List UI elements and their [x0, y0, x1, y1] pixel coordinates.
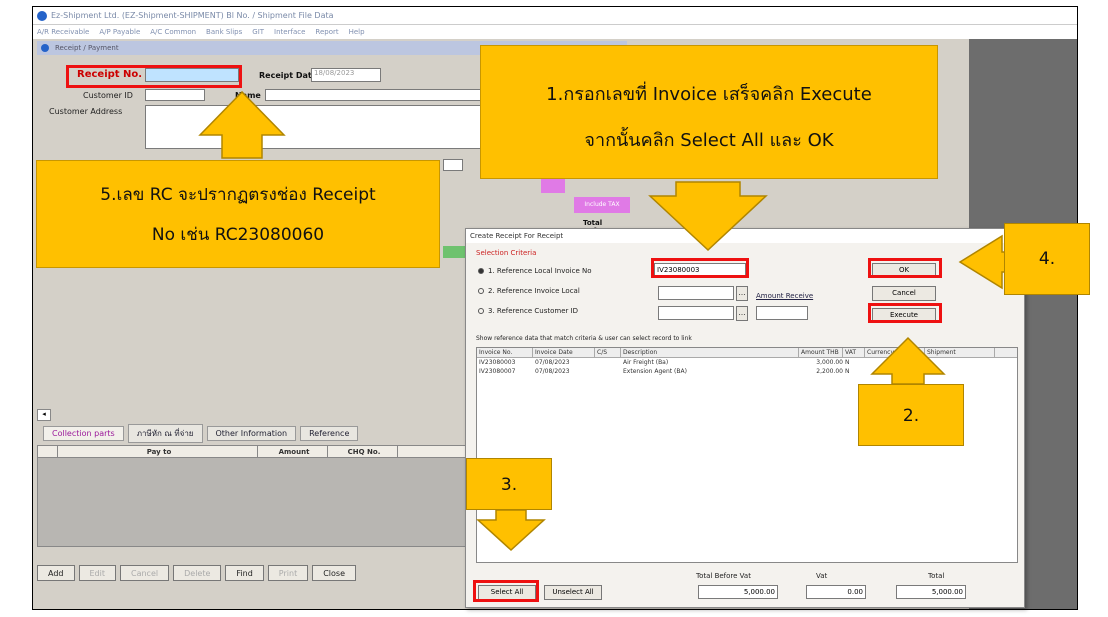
list-header: Invoice No. Invoice Date C/S Description…: [477, 348, 1017, 358]
browse-button[interactable]: …: [736, 286, 748, 301]
total-before-vat-value: 5,000.00: [698, 585, 778, 599]
menu-bar: A/R Receivable A/P Payable A/C Common Ba…: [33, 25, 1077, 39]
form-button-row: Add Edit Cancel Delete Find Print Close: [37, 565, 477, 583]
small-input[interactable]: [443, 159, 463, 171]
step-2-badge: 2.: [858, 384, 964, 446]
vat-label: Vat: [816, 572, 828, 580]
grid-header: Pay to Amount CHQ No.: [38, 446, 476, 458]
menu-item[interactable]: Interface: [274, 28, 305, 36]
print-button[interactable]: Print: [267, 565, 309, 581]
callout-1-line-1: 1.กรอกเลขที่ Invoice เสร็จคลิก Execute: [546, 84, 872, 105]
col-invoice-no: Invoice No.: [477, 348, 533, 357]
tab-bar: Collection parts ภาษีหัก ณ ที่จ่าย Other…: [37, 423, 477, 443]
menu-item[interactable]: Report: [315, 28, 338, 36]
callout-5-line-2: No เช่น RC23080060: [151, 225, 325, 245]
total-before-vat-label: Total Before Vat: [696, 572, 751, 580]
callout-step-5: 5.เลข RC จะปรากฏตรงช่อง Receipt No เช่น …: [36, 160, 440, 268]
cancel-button[interactable]: Cancel: [872, 286, 936, 301]
callout-5-line-1: 5.เลข RC จะปรากฏตรงช่อง Receipt: [100, 185, 376, 205]
col-cs: C/S: [595, 348, 621, 357]
dialog-title: Create Receipt For Receipt: [466, 229, 1024, 243]
name-input[interactable]: [265, 89, 505, 101]
scroll-left-button[interactable]: ◂: [37, 409, 51, 421]
option-ref-invoice-local[interactable]: 2. Reference Invoice Local: [478, 287, 580, 295]
form-icon: [41, 44, 49, 52]
customer-address-label: Customer Address: [49, 107, 123, 116]
add-button[interactable]: Add: [37, 565, 75, 581]
receipt-no-highlight: [66, 65, 242, 88]
customer-id-dialog-input[interactable]: [658, 306, 734, 320]
option-ref-customer-id[interactable]: 3. Reference Customer ID: [478, 307, 578, 315]
col-currency: Currency: [865, 348, 925, 357]
list-hint: Show reference data that match criteria …: [476, 335, 692, 342]
col-invoice-date: Invoice Date: [533, 348, 595, 357]
tab-other-information[interactable]: Other Information: [206, 425, 297, 441]
amount-receive-input[interactable]: [756, 306, 808, 320]
select-all-highlight: [473, 580, 539, 602]
close-button[interactable]: Close: [312, 565, 356, 581]
total-label: Total: [928, 572, 945, 580]
execute-highlight: [868, 303, 942, 323]
vat-value: 0.00: [806, 585, 866, 599]
invoice-list[interactable]: Invoice No. Invoice Date C/S Description…: [476, 347, 1018, 563]
col-vat: VAT: [843, 348, 865, 357]
edit-button[interactable]: Edit: [78, 565, 116, 581]
col-amount: Amount: [258, 446, 328, 457]
callout-step-1: 1.กรอกเลขที่ Invoice เสร็จคลิก Execute จ…: [480, 45, 938, 179]
find-button[interactable]: Find: [225, 565, 264, 581]
amount-receive-label: Amount Receive: [756, 292, 814, 300]
col-pay-to: Pay to: [58, 446, 258, 457]
menu-item[interactable]: Bank Slips: [206, 28, 242, 36]
delete-button[interactable]: Delete: [173, 565, 222, 581]
customer-id-label: Customer ID: [83, 91, 133, 100]
col-amount-thb: Amount THB: [799, 348, 843, 357]
app-icon: [37, 10, 47, 21]
receipt-date-input[interactable]: 18/08/2023: [311, 68, 381, 82]
reference-input-highlight: [651, 258, 749, 278]
list-item[interactable]: IV23080003 07/08/2023 Air Freight (Ba) 3…: [477, 358, 1017, 367]
col-chq-no: CHQ No.: [328, 446, 398, 457]
receipt-date-label: Receipt Date: [259, 71, 318, 80]
tab-reference[interactable]: Reference: [300, 425, 359, 441]
menu-item[interactable]: A/C Common: [150, 28, 196, 36]
form-title: Receipt / Payment: [55, 44, 119, 52]
title-bar: Ez-Shipment Ltd. (EZ-Shipment-SHIPMENT) …: [33, 7, 1077, 25]
step-3-badge: 3.: [466, 458, 552, 510]
reference-local-input[interactable]: [658, 286, 734, 300]
selection-criteria-label: Selection Criteria: [476, 249, 537, 257]
include-tax-button[interactable]: Include TAX: [574, 197, 630, 213]
window-title: Ez-Shipment Ltd. (EZ-Shipment-SHIPMENT) …: [51, 11, 334, 20]
ok-highlight: [868, 258, 942, 278]
option-ref-local-invoice[interactable]: 1. Reference Local Invoice No: [478, 267, 592, 275]
tab-withholding-tax[interactable]: ภาษีหัก ณ ที่จ่าย: [127, 423, 203, 443]
col-description: Description: [621, 348, 799, 357]
customer-address-input[interactable]: [145, 105, 505, 149]
menu-item[interactable]: Help: [349, 28, 365, 36]
collection-grid: Pay to Amount CHQ No.: [37, 445, 477, 547]
menu-item[interactable]: A/R Receivable: [37, 28, 89, 36]
browse-button-2[interactable]: …: [736, 306, 748, 321]
menu-item[interactable]: A/P Payable: [99, 28, 140, 36]
cancel-form-button[interactable]: Cancel: [120, 565, 170, 581]
name-label: Name: [235, 91, 261, 100]
list-item[interactable]: IV23080007 07/08/2023 Extension Agent (B…: [477, 367, 1017, 376]
callout-1-line-2: จากนั้นคลิก Select All และ OK: [584, 130, 834, 151]
col-shipment: Shipment: [925, 348, 995, 357]
total-value: 5,000.00: [896, 585, 966, 599]
unselect-all-button[interactable]: Unselect All: [544, 585, 602, 600]
customer-id-input[interactable]: [145, 89, 205, 101]
step-4-badge: 4.: [1004, 223, 1090, 295]
menu-item[interactable]: GIT: [252, 28, 264, 36]
tab-collection[interactable]: Collection parts: [43, 425, 124, 441]
color-flag: [541, 179, 565, 193]
